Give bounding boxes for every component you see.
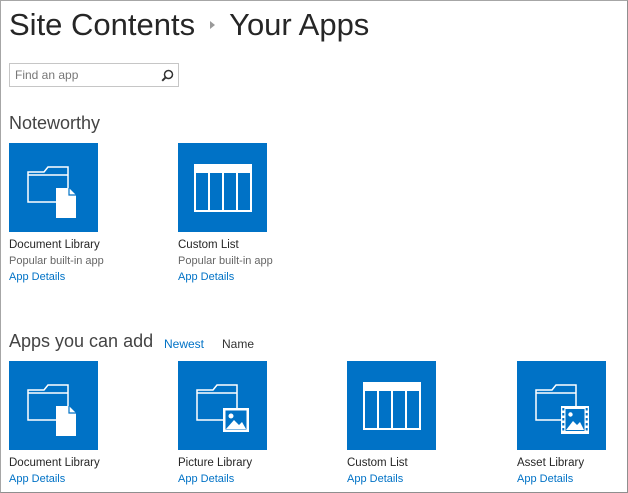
find-app-search-box — [9, 63, 179, 87]
app-name[interactable]: Custom List — [178, 237, 328, 253]
app-name[interactable]: Picture Library — [178, 455, 328, 471]
add-app-custom-list: Custom List App Details — [347, 361, 497, 487]
page-title: Site Contents Your Apps — [9, 3, 369, 47]
apps-you-can-add-heading: Apps you can add — [9, 331, 154, 351]
app-details-link[interactable]: App Details — [9, 269, 159, 285]
app-details-link[interactable]: App Details — [178, 471, 328, 487]
sort-newest-link[interactable]: Newest — [164, 337, 204, 351]
app-subtitle: Popular built-in app — [9, 255, 104, 267]
app-name[interactable]: Custom List — [347, 455, 497, 471]
app-window: Site Contents Your Apps Noteworthy Docum… — [0, 0, 628, 493]
app-details-link[interactable]: App Details — [9, 471, 159, 487]
noteworthy-heading: Noteworthy — [9, 113, 101, 133]
document-library-icon[interactable] — [9, 361, 98, 450]
breadcrumb-separator-icon — [210, 21, 216, 29]
app-details-link[interactable]: App Details — [517, 471, 627, 487]
search-input[interactable] — [10, 64, 156, 86]
breadcrumb-site-contents[interactable]: Site Contents — [9, 7, 195, 43]
page-title-text: Your Apps — [229, 7, 370, 42]
asset-library-icon[interactable] — [517, 361, 606, 450]
search-icon[interactable] — [158, 66, 176, 84]
app-details-link[interactable]: App Details — [178, 269, 328, 285]
custom-list-icon[interactable] — [178, 143, 267, 232]
add-app-document-library: Document Library App Details — [9, 361, 159, 487]
document-library-icon[interactable] — [9, 143, 98, 232]
add-app-picture-library: Picture Library App Details — [178, 361, 328, 487]
sort-name-link[interactable]: Name — [222, 337, 254, 351]
picture-library-icon[interactable] — [178, 361, 267, 450]
noteworthy-app-custom-list: Custom List Popular built-in app App Det… — [178, 143, 328, 285]
app-name[interactable]: Asset Library — [517, 455, 627, 471]
app-name[interactable]: Document Library — [9, 455, 159, 471]
app-subtitle: Popular built-in app — [178, 255, 273, 267]
app-name[interactable]: Document Library — [9, 237, 159, 253]
noteworthy-app-document-library: Document Library Popular built-in app Ap… — [9, 143, 159, 285]
custom-list-icon[interactable] — [347, 361, 436, 450]
app-details-link[interactable]: App Details — [347, 471, 497, 487]
add-app-asset-library: Asset Library App Details — [517, 361, 627, 487]
